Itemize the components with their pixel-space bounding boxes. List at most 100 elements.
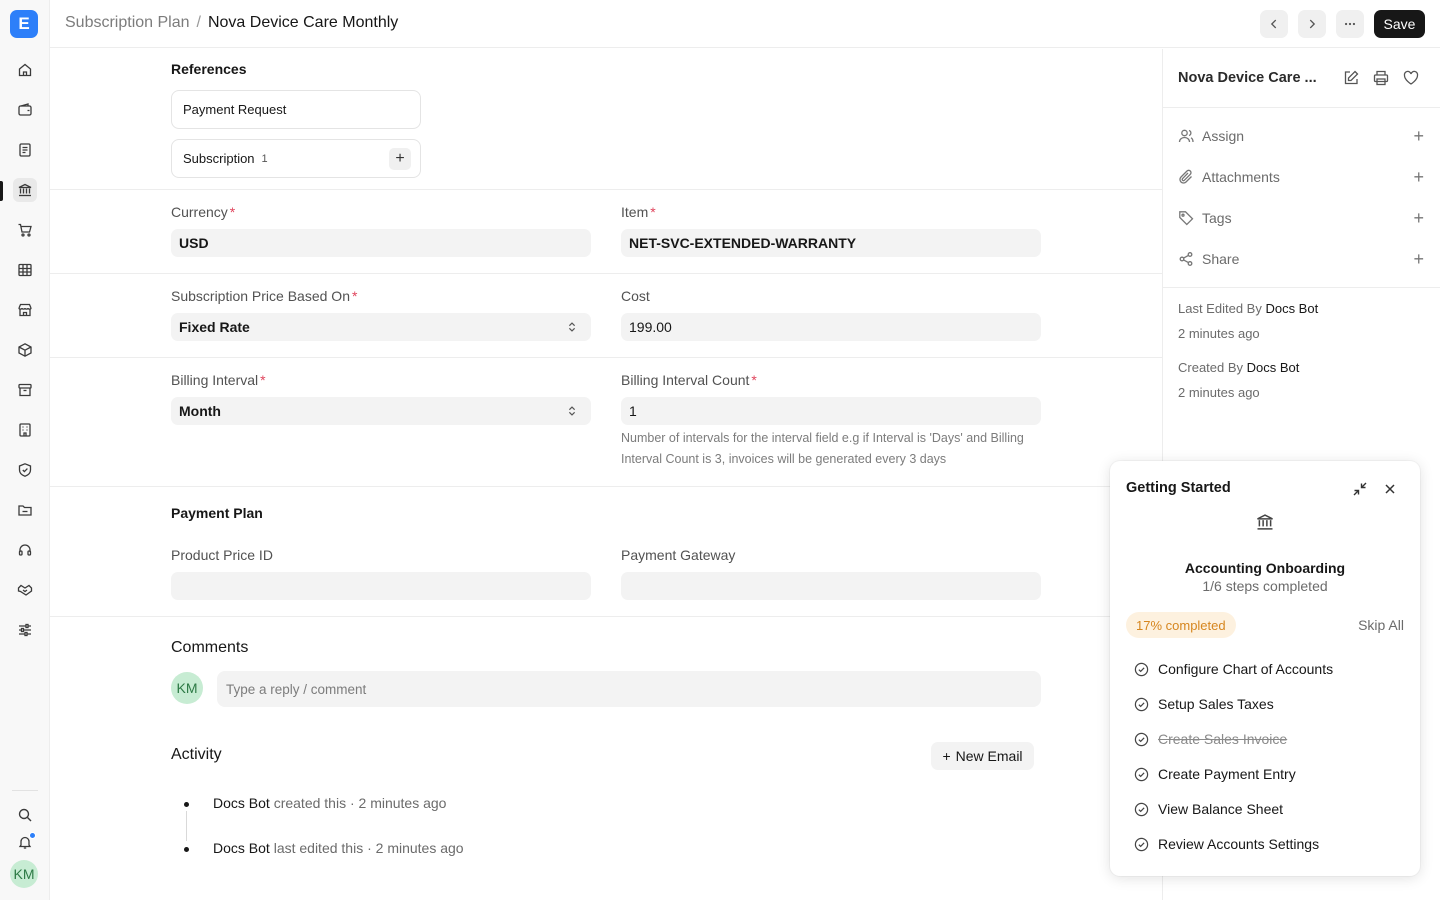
assign-row[interactable]: Assign + [1178, 127, 1428, 147]
page-title: Nova Device Care Monthly [207, 14, 399, 31]
price-based-on-label-text: Subscription Price Based On [171, 288, 350, 304]
sliders-icon[interactable] [13, 618, 37, 642]
sidebar-rail: E KM [0, 0, 50, 900]
add-subscription-button[interactable]: + [389, 148, 411, 170]
breadcrumb: Subscription Plan / Nova Device Care Mon… [65, 14, 398, 32]
payment-gateway-label: Payment Gateway [621, 547, 736, 563]
search-icon[interactable] [13, 803, 37, 827]
billing-interval-count-help: Number of intervals for the interval fie… [621, 431, 1024, 466]
billing-interval-select[interactable]: Month [171, 397, 591, 425]
section-divider [50, 486, 1162, 487]
currency-field[interactable]: USD [171, 229, 591, 257]
tag-icon [1179, 211, 1194, 226]
shield-icon[interactable] [13, 458, 37, 482]
billing-interval-label: Billing Interval * [171, 372, 266, 388]
previous-record-button[interactable] [1260, 10, 1288, 38]
folder-icon[interactable] [13, 498, 37, 522]
print-icon[interactable] [1372, 69, 1390, 87]
section-divider [50, 616, 1162, 617]
home-icon[interactable] [13, 58, 37, 82]
activity-user[interactable]: Docs Bot [213, 840, 270, 856]
attachments-label: Attachments [1202, 169, 1280, 185]
activity-dot [184, 847, 189, 852]
price-based-on-select[interactable]: Fixed Rate [171, 313, 591, 341]
billing-interval-count-field[interactable]: 1 [621, 397, 1041, 425]
edit-icon[interactable] [1342, 69, 1360, 87]
close-icon[interactable] [1381, 480, 1399, 498]
building-icon[interactable] [13, 418, 37, 442]
item-field[interactable]: NET-SVC-EXTENDED-WARRANTY [621, 229, 1041, 257]
sidebar-divider [1163, 107, 1440, 108]
onboarding-step-label: View Balance Sheet [1158, 801, 1284, 817]
onboarding-step-label: Configure Chart of Accounts [1158, 661, 1334, 677]
assign-label: Assign [1202, 128, 1245, 144]
currency-value: USD [179, 235, 209, 251]
activity-user[interactable]: Docs Bot [213, 795, 270, 811]
billing-interval-count-value: 1 [629, 403, 637, 419]
billing-interval-value: Month [179, 403, 221, 419]
section-divider [50, 273, 1162, 274]
store-icon[interactable] [13, 298, 37, 322]
heart-icon[interactable] [1402, 69, 1420, 87]
save-button[interactable]: Save [1374, 10, 1425, 38]
user-avatar[interactable]: KM [10, 860, 38, 888]
document-icon[interactable] [13, 138, 37, 162]
attachments-row[interactable]: Attachments + [1178, 168, 1428, 188]
app-logo-letter: E [18, 14, 30, 33]
billing-interval-label-text: Billing Interval [171, 372, 259, 388]
new-email-button[interactable]: + New Email [931, 742, 1034, 770]
headset-icon[interactable] [13, 538, 37, 562]
more-actions-button[interactable] [1336, 10, 1364, 38]
created-label: Created By [1178, 360, 1247, 375]
activity-entry: Docs Bot last edited this · 2 minutes ag… [213, 840, 464, 856]
bell-icon[interactable] [13, 830, 37, 854]
activity-dot [184, 802, 189, 807]
activity-description: created this · 2 minutes ago [269, 795, 447, 811]
handshake-icon[interactable] [13, 578, 37, 602]
wallet-icon[interactable] [13, 98, 37, 122]
onboarding-step[interactable]: Create Payment Entry [1134, 765, 1404, 785]
onboarding-step[interactable]: View Balance Sheet [1134, 800, 1404, 820]
created-time: 2 minutes ago [1178, 385, 1260, 400]
onboarding-step[interactable]: Review Accounts Settings [1134, 835, 1404, 855]
onboarding-step[interactable]: Configure Chart of Accounts [1134, 660, 1404, 680]
tags-row[interactable]: Tags + [1178, 209, 1428, 229]
table-icon[interactable] [13, 258, 37, 282]
reference-subscription[interactable]: Subscription 1 + [171, 139, 421, 178]
onboarding-step-completed[interactable]: Create Sales Invoice [1134, 730, 1404, 750]
payment-gateway-field[interactable] [621, 572, 1041, 600]
reference-payment-request[interactable]: Payment Request [171, 90, 421, 129]
skip-all-button[interactable]: Skip All [1358, 617, 1404, 633]
bank-icon[interactable] [13, 178, 37, 202]
share-row[interactable]: Share + [1178, 250, 1428, 270]
created-user[interactable]: Docs Bot [1247, 360, 1300, 375]
reference-label: Subscription [183, 151, 255, 166]
cost-field[interactable]: 199.00 [621, 313, 1041, 341]
plus-icon[interactable]: + [1413, 168, 1424, 186]
check-circle-icon [1134, 662, 1149, 677]
onboarding-step[interactable]: Setup Sales Taxes [1134, 695, 1404, 715]
plus-icon[interactable]: + [1413, 250, 1424, 268]
plus-icon[interactable]: + [1413, 127, 1424, 145]
last-edited-label: Last Edited By [1178, 301, 1266, 316]
last-edited-user[interactable]: Docs Bot [1265, 301, 1318, 316]
archive-icon[interactable] [13, 378, 37, 402]
required-mark: * [260, 372, 266, 388]
tags-label: Tags [1202, 210, 1232, 226]
minimize-icon[interactable] [1351, 480, 1369, 498]
cart-icon[interactable] [13, 218, 37, 242]
breadcrumb-parent[interactable]: Subscription Plan [65, 14, 190, 32]
notification-dot [29, 832, 36, 839]
onboarding-heading: Accounting Onboarding [1184, 560, 1346, 576]
required-mark: * [650, 204, 656, 220]
plus-icon[interactable]: + [1413, 209, 1424, 227]
app-logo[interactable]: E [10, 10, 38, 38]
required-mark: * [351, 288, 358, 304]
product-price-id-field[interactable] [171, 572, 591, 600]
item-value: NET-SVC-EXTENDED-WARRANTY [629, 235, 857, 251]
billing-interval-count-label: Billing Interval Count * [621, 372, 757, 388]
box-icon[interactable] [13, 338, 37, 362]
comments-title: Comments [171, 639, 249, 656]
comment-input[interactable]: Type a reply / comment [217, 671, 1041, 707]
next-record-button[interactable] [1298, 10, 1326, 38]
